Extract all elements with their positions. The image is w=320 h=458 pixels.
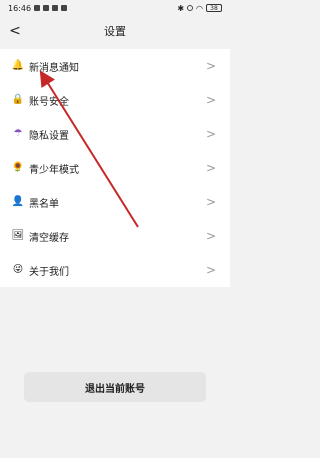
settings-item-notifications[interactable]: 🔔 新消息通知 >	[0, 49, 230, 83]
settings-item-label: 隐私设置	[29, 130, 69, 142]
settings-item-teen-mode[interactable]: 🌻 青少年模式 >	[0, 151, 230, 185]
mail-icon	[61, 5, 68, 11]
logout-button[interactable]: 退出当前账号	[24, 372, 206, 402]
chevron-right-icon: >	[205, 263, 216, 277]
settings-item-privacy[interactable]: ☂ 隐私设置 >	[0, 117, 230, 151]
wifi-icon: ◠	[196, 3, 203, 13]
settings-item-label: 黑名单	[29, 198, 59, 210]
battery-icon: 38	[206, 4, 222, 12]
status-left: 16:46	[8, 3, 68, 13]
bluetooth-icon: ✱	[177, 3, 185, 13]
gallery-icon	[43, 5, 50, 11]
chevron-right-icon: >	[205, 195, 216, 209]
settings-list: 🔔 新消息通知 > 🔒 账号安全 > ☂ 隐私设置 > 🌻 青少年模式 > 👤 …	[0, 49, 230, 287]
settings-item-label: 清空缓存	[29, 232, 69, 244]
umbrella-icon: ☂	[13, 128, 23, 139]
app-icon	[52, 5, 59, 11]
image-icon: 🖼	[11, 230, 25, 241]
user-icon: 👤	[11, 196, 25, 207]
status-time: 16:46	[8, 3, 32, 13]
chevron-right-icon: >	[205, 161, 216, 175]
back-button[interactable]: <	[6, 21, 24, 41]
settings-item-label: 关于我们	[29, 266, 69, 278]
settings-item-blacklist[interactable]: 👤 黑名单 >	[0, 185, 230, 219]
alarm-icon	[187, 5, 194, 11]
settings-item-label: 新消息通知	[29, 62, 79, 74]
notification-icon: 🔔	[11, 60, 25, 71]
chevron-left-icon: <	[9, 23, 21, 39]
chevron-right-icon: >	[205, 127, 216, 141]
lock-icon: 🔒	[11, 94, 25, 105]
settings-item-clear-cache[interactable]: 🖼 清空缓存 >	[0, 219, 230, 253]
chevron-right-icon: >	[205, 229, 216, 243]
settings-item-label: 青少年模式	[29, 164, 79, 176]
settings-item-label: 账号安全	[29, 96, 69, 108]
status-bar: 16:46 ✱ ◠ 38	[0, 0, 230, 16]
battery-level: 38	[210, 4, 218, 12]
nav-bar: < 设置	[0, 16, 230, 46]
settings-item-about[interactable]: 😜 关于我们 >	[0, 253, 230, 287]
message-icon	[34, 5, 41, 11]
chevron-right-icon: >	[205, 93, 216, 107]
status-right: ✱ ◠ 38	[177, 4, 222, 13]
sunflower-icon: 🌻	[11, 162, 25, 173]
page-title: 设置	[104, 25, 126, 38]
chevron-right-icon: >	[205, 59, 216, 73]
settings-item-account-security[interactable]: 🔒 账号安全 >	[0, 83, 230, 117]
smiley-icon: 😜	[12, 264, 24, 275]
